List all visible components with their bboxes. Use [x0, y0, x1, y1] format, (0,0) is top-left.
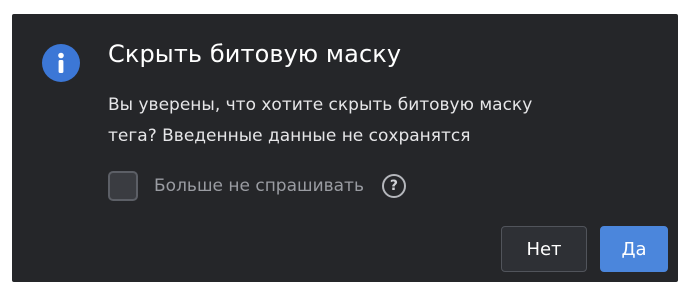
no-button[interactable]: Нет [501, 226, 587, 272]
dialog-message-line-1: Вы уверены, что хотите скрыть битовую ма… [108, 95, 533, 115]
yes-button[interactable]: Да [600, 226, 668, 272]
dialog-title: Скрыть битовую маску [108, 40, 402, 68]
dialog-message-line-2: тега? Введенные данные не сохранятся [108, 126, 471, 146]
dialog-message: Вы уверены, что хотите скрыть битовую ма… [108, 90, 648, 152]
dont-ask-again-row: Больше не спрашивать ? [108, 170, 406, 202]
hide-bitmask-dialog: Скрыть битовую маску Вы уверены, что хот… [12, 14, 678, 282]
info-icon [42, 44, 80, 82]
dont-ask-again-checkbox[interactable] [108, 171, 138, 201]
dont-ask-again-label[interactable]: Больше не спрашивать [154, 176, 364, 196]
question-circle-icon[interactable]: ? [381, 174, 406, 198]
